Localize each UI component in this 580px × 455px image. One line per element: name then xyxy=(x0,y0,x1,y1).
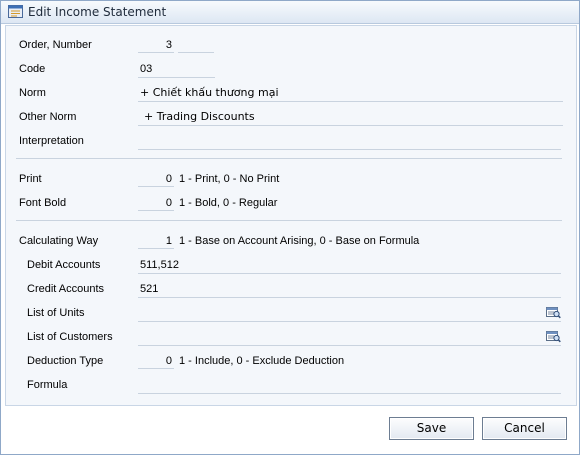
browse-list-icon[interactable] xyxy=(546,330,561,343)
deduction-type-field[interactable]: 0 xyxy=(138,353,174,369)
deduction-type-label: Deduction Type xyxy=(27,355,104,367)
interpretation-row: Interpretation xyxy=(6,132,576,152)
interpretation-label: Interpretation xyxy=(19,135,84,147)
dialog-title: Edit Income Statement xyxy=(28,5,167,19)
list-of-customers-label: List of Customers xyxy=(27,331,113,343)
print-field[interactable]: 0 xyxy=(138,171,174,187)
list-of-units-label: List of Units xyxy=(27,307,85,319)
number-field[interactable] xyxy=(178,37,214,53)
font-bold-row: Font Bold 0 1 - Bold, 0 - Regular xyxy=(6,194,576,214)
credit-accounts-row: Credit Accounts 521 xyxy=(6,280,576,300)
calculating-way-label: Calculating Way xyxy=(19,235,99,247)
font-bold-label: Font Bold xyxy=(19,197,67,209)
list-of-units-row: List of Units xyxy=(6,304,576,324)
norm-row: Norm + Chiết khấu thương mại xyxy=(6,84,576,104)
browse-list-icon[interactable] xyxy=(546,306,561,319)
save-button[interactable]: Save xyxy=(389,417,474,440)
formula-field[interactable] xyxy=(138,377,561,394)
code-label: Code xyxy=(19,63,46,75)
font-bold-hint: 1 - Bold, 0 - Regular xyxy=(179,197,278,209)
calculating-way-field[interactable]: 1 xyxy=(138,233,174,249)
title-bar: Edit Income Statement xyxy=(1,1,579,24)
deduction-type-hint: 1 - Include, 0 - Exclude Deduction xyxy=(179,355,345,367)
debit-accounts-row: Debit Accounts 511,512 xyxy=(6,256,576,276)
print-row: Print 0 1 - Print, 0 - No Print xyxy=(6,170,576,190)
norm-field[interactable]: + Chiết khấu thương mại xyxy=(138,85,563,102)
debit-accounts-label: Debit Accounts xyxy=(27,259,101,271)
credit-accounts-label: Credit Accounts xyxy=(27,283,105,295)
code-field[interactable]: 03 xyxy=(138,61,215,78)
norm-label: Norm xyxy=(19,87,46,99)
calculating-way-row: Calculating Way 1 1 - Base on Account Ar… xyxy=(6,232,576,252)
order-number-row: Order, Number 3 xyxy=(6,36,576,56)
edit-income-statement-dialog: Edit Income Statement Order, Number 3 Co… xyxy=(0,0,580,455)
font-bold-field[interactable]: 0 xyxy=(138,195,174,211)
credit-accounts-field[interactable]: 521 xyxy=(138,281,561,298)
divider xyxy=(16,220,562,221)
form-panel: Order, Number 3 Code 03 Norm + Chiết khấ… xyxy=(5,25,577,406)
deduction-type-row: Deduction Type 0 1 - Include, 0 - Exclud… xyxy=(6,352,576,372)
formula-row: Formula xyxy=(6,376,576,396)
list-of-units-field[interactable] xyxy=(138,305,561,322)
print-label: Print xyxy=(19,173,42,185)
interpretation-field[interactable] xyxy=(138,133,561,150)
other-norm-field[interactable]: + Trading Discounts xyxy=(138,109,563,126)
list-of-customers-field[interactable] xyxy=(138,329,561,346)
list-of-customers-row: List of Customers xyxy=(6,328,576,348)
formula-label: Formula xyxy=(27,379,68,391)
debit-accounts-field[interactable]: 511,512 xyxy=(138,257,561,274)
form-icon xyxy=(8,5,23,18)
order-field[interactable]: 3 xyxy=(138,37,174,53)
other-norm-row: Other Norm + Trading Discounts xyxy=(6,108,576,128)
code-row: Code 03 xyxy=(6,60,576,80)
cancel-button[interactable]: Cancel xyxy=(482,417,567,440)
other-norm-label: Other Norm xyxy=(19,111,77,123)
print-hint: 1 - Print, 0 - No Print xyxy=(179,173,280,185)
dialog-footer: Save Cancel xyxy=(1,406,579,454)
order-number-label: Order, Number xyxy=(19,39,92,51)
divider xyxy=(16,158,562,159)
calculating-way-hint: 1 - Base on Account Arising, 0 - Base on… xyxy=(179,235,420,247)
